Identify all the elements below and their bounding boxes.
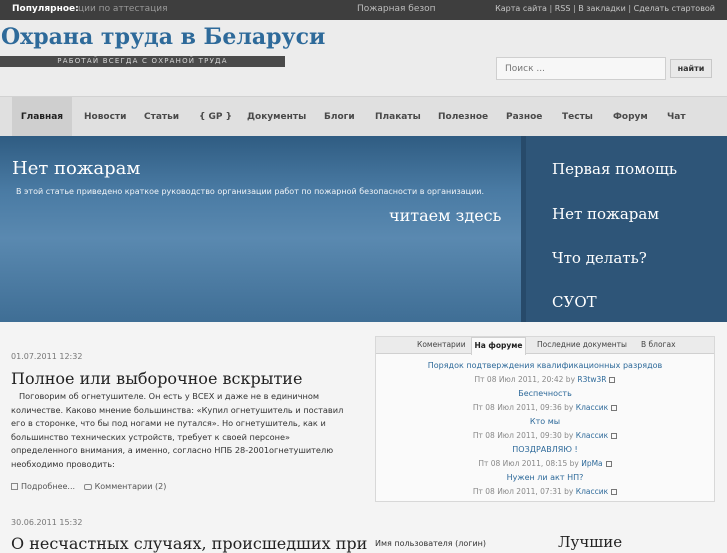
- read-more-link[interactable]: читаем здесь: [389, 206, 501, 225]
- forum-topic-meta: Пт 08 Июл 2011, 20:42 by R3tw3R: [376, 375, 714, 384]
- nav-item-documents[interactable]: Документы: [247, 97, 306, 137]
- tab-comments[interactable]: Коментарии: [417, 337, 466, 354]
- featured-side-menu: Первая помощь Нет пожарам Что делать? СУ…: [521, 136, 727, 322]
- login-label: Имя пользователя (логин): [375, 539, 487, 548]
- post-body-line: Поговорим об огнетушителе. Он есть у ВСЕ…: [19, 391, 320, 401]
- popular-label: Популярное:: [12, 4, 79, 14]
- site-title[interactable]: Охрана труда в Беларуси: [1, 24, 325, 50]
- plus-icon: [11, 483, 18, 490]
- read-more-link[interactable]: Подробнее...: [21, 482, 75, 491]
- best-heading: Лучшие: [558, 533, 623, 551]
- forum-topic-link[interactable]: Беспечность: [376, 389, 714, 398]
- nav-item-tests[interactable]: Тесты: [562, 97, 593, 137]
- forum-topic-meta: Пт 08 Июл 2011, 09:36 by Классик: [376, 403, 714, 412]
- post-body-line: необходимо проводить:: [11, 458, 115, 469]
- nav-item-home[interactable]: Главная: [12, 97, 72, 137]
- popular-ticker-item[interactable]: Пожарная безоп: [357, 4, 436, 14]
- nav-item-news[interactable]: Новости: [84, 97, 126, 137]
- search-button[interactable]: найти: [670, 59, 712, 78]
- search-input[interactable]: [496, 57, 666, 80]
- comments-link[interactable]: Комментарии (2): [95, 482, 167, 491]
- featured-banner: Нет пожарам В этой статье приведено крат…: [0, 136, 727, 322]
- forum-topic-link[interactable]: ПОЗДРАВЛЯЮ !: [376, 445, 714, 454]
- author-link[interactable]: R3tw3R: [577, 375, 606, 384]
- post-body-line: количестве. Каково мнение большинства: «…: [11, 404, 344, 415]
- post-date: 30.06.2011 15:32: [11, 518, 83, 527]
- post-date: 01.07.2011 12:32: [11, 352, 83, 361]
- goto-post-icon[interactable]: [605, 461, 612, 467]
- tab-last-documents[interactable]: Последние документы: [537, 337, 627, 354]
- side-link-no-fires[interactable]: Нет пожарам: [552, 205, 659, 223]
- forum-topic-link[interactable]: Кто мы: [376, 417, 714, 426]
- nav-item-forum[interactable]: Форум: [613, 97, 648, 137]
- author-link[interactable]: ИрМа: [581, 459, 602, 468]
- forum-topic-link[interactable]: Нужен ли акт НП?: [376, 473, 714, 482]
- top-links: Карта сайта | RSS | В закладки | Сделать…: [495, 4, 715, 13]
- post-body-line: его в сторонке, что бы под ногами не пут…: [11, 418, 326, 429]
- forum-topic-meta: Пт 08 Июл 2011, 09:30 by Классик: [376, 431, 714, 440]
- goto-post-icon[interactable]: [611, 433, 618, 439]
- post-links: Подробнее... Комментарии (2): [11, 482, 166, 491]
- nav-item-blogs[interactable]: Блоги: [324, 97, 355, 137]
- featured-slide: Нет пожарам В этой статье приведено крат…: [0, 136, 521, 322]
- site-slogan: РАБОТАЙ ВСЕГДА С ОХРАНОЙ ТРУДА: [0, 56, 285, 67]
- goto-post-icon[interactable]: [611, 489, 618, 495]
- post-body: Поговорим об огнетушителе. Он есть у ВСЕ…: [11, 390, 351, 472]
- side-link-suot[interactable]: СУОТ: [552, 293, 597, 311]
- site-header: Охрана труда в Беларуси РАБОТАЙ ВСЕГДА С…: [0, 20, 727, 96]
- widget-tabs: Коментарии На форуме Последние документы…: [376, 337, 714, 355]
- post-body-line: большинство технических устройств, требу…: [11, 431, 291, 442]
- post-title[interactable]: Полное или выборочное вскрытие: [11, 369, 302, 388]
- nav-item-chat[interactable]: Чат: [667, 97, 686, 137]
- author-link[interactable]: Классик: [576, 403, 608, 412]
- bookmark-link[interactable]: В закладки: [578, 4, 626, 13]
- sitemap-link[interactable]: Карта сайта: [495, 4, 547, 13]
- nav-item-misc[interactable]: Разное: [506, 97, 542, 137]
- post-title[interactable]: О несчастных случаях, происшедших при: [11, 534, 367, 553]
- side-link-first-aid[interactable]: Первая помощь: [552, 160, 677, 178]
- tab-blogs[interactable]: В блогах: [641, 337, 676, 354]
- rss-link[interactable]: RSS: [555, 4, 571, 13]
- top-bar: Популярное: ции по аттестация Пожарная б…: [0, 0, 727, 20]
- side-link-what-to-do[interactable]: Что делать?: [552, 249, 647, 267]
- nav-item-posters[interactable]: Плакаты: [375, 97, 421, 137]
- forum-topic-meta: Пт 08 Июл 2011, 07:31 by Классик: [376, 487, 714, 496]
- comment-icon: [83, 484, 92, 490]
- author-link[interactable]: Классик: [576, 487, 608, 496]
- set-homepage-link[interactable]: Сделать стартовой: [634, 4, 715, 13]
- post-body-line: определенного внимания, а именно, соглас…: [11, 445, 334, 456]
- featured-title: Нет пожарам: [12, 158, 141, 179]
- goto-post-icon[interactable]: [609, 377, 616, 383]
- forum-topic-meta: Пт 08 Июл 2011, 08:15 by ИрМа: [376, 459, 714, 468]
- forum-topic-link[interactable]: Порядок подтверждения квалификационных р…: [376, 361, 714, 370]
- nav-item-gp[interactable]: { GP }: [199, 97, 232, 137]
- featured-text: В этой статье приведено краткое руководс…: [16, 187, 485, 196]
- goto-post-icon[interactable]: [611, 405, 618, 411]
- popular-ticker-item[interactable]: ции по аттестация: [78, 4, 168, 14]
- nav-item-articles[interactable]: Статьи: [144, 97, 179, 137]
- main-nav: Главная Новости Статьи { GP } Документы …: [0, 96, 727, 137]
- author-link[interactable]: Классик: [576, 431, 608, 440]
- forum-widget: Коментарии На форуме Последние документы…: [375, 336, 715, 502]
- nav-item-useful[interactable]: Полезное: [438, 97, 488, 137]
- tab-forum[interactable]: На форуме: [471, 337, 526, 355]
